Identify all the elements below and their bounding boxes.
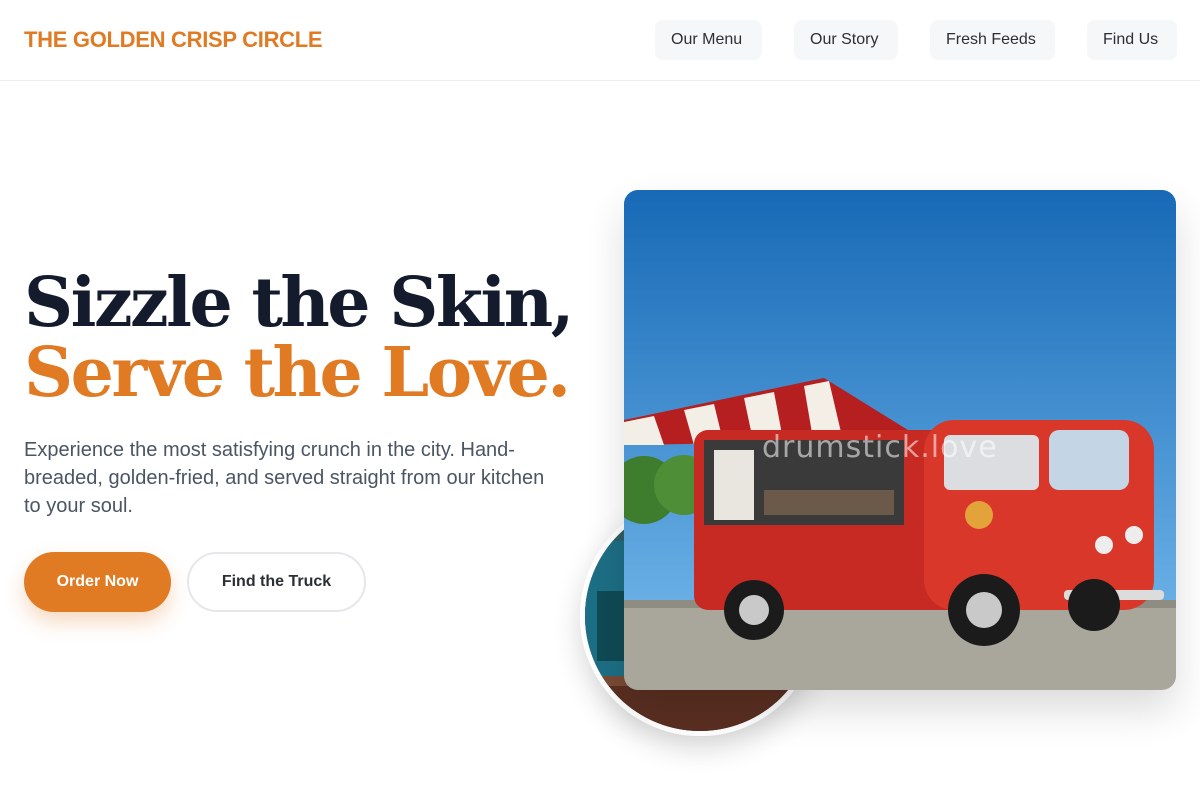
nav-item-fresh-feeds[interactable]: Fresh Feeds: [930, 20, 1055, 60]
headline-line-1: Sizzle the Skin,: [24, 263, 574, 343]
photo-watermark: drumstick.love: [762, 430, 998, 465]
find-the-truck-button[interactable]: Find the Truck: [187, 552, 366, 612]
headline-line-2: Serve the Love.: [24, 333, 571, 413]
site-header: THE GOLDEN CRISP CIRCLE Our Menu Our Sto…: [0, 0, 1200, 81]
nav-item-our-menu[interactable]: Our Menu: [655, 20, 762, 60]
nav-item-find-us[interactable]: Find Us: [1087, 20, 1177, 60]
food-truck-photo: drumstick.love: [624, 190, 1176, 690]
hero-description: Experience the most satisfying crunch in…: [24, 439, 545, 517]
hero-headline: Sizzle the Skin, Serve the Love.: [24, 268, 584, 408]
nav-item-our-story[interactable]: Our Story: [794, 20, 898, 60]
brand-logo[interactable]: THE GOLDEN CRISP CIRCLE: [24, 27, 323, 53]
order-now-button[interactable]: Order Now: [24, 552, 171, 612]
